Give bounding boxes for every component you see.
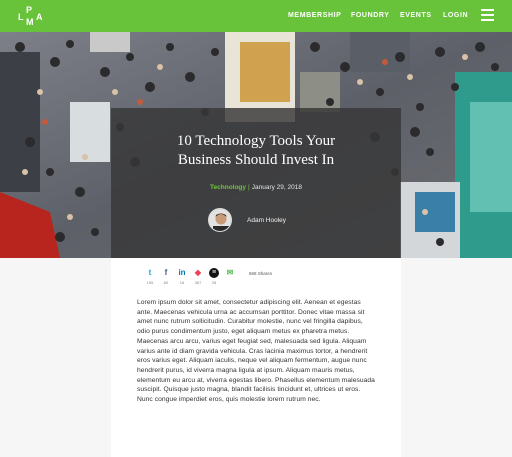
hamburger-icon[interactable]: [481, 9, 494, 21]
author-name[interactable]: Adam Hooley: [247, 217, 286, 224]
share-bar: t 155 f 60 in 16 ◆ 387 ≡ 28 ✉ 668 Shares: [138, 268, 298, 290]
facebook-share-button[interactable]: f 60: [159, 268, 173, 285]
nav-foundry[interactable]: FOUNDRY: [351, 12, 390, 19]
top-navigation-bar: L P M A MEMBERSHIP FOUNDRY EVENTS LOGIN: [0, 0, 512, 32]
linkedin-share-button[interactable]: in 16: [175, 268, 189, 285]
buffer-share-button[interactable]: ≡ 28: [207, 268, 221, 285]
twitter-icon: t: [148, 268, 152, 277]
author-avatar[interactable]: [208, 208, 232, 232]
nav-membership[interactable]: MEMBERSHIP: [288, 12, 341, 19]
article-meta: Technology | January 29, 2018: [111, 184, 401, 191]
twitter-share-button[interactable]: t 155: [143, 268, 157, 285]
meta-separator: |: [248, 184, 250, 191]
email-share-button[interactable]: ✉: [223, 268, 237, 280]
article-date: January 29, 2018: [251, 184, 302, 191]
facebook-icon: f: [164, 268, 168, 277]
buffer-icon: ≡: [209, 268, 219, 278]
category-link[interactable]: Technology: [210, 184, 246, 191]
article-title: 10 Technology Tools Your Business Should…: [176, 133, 336, 168]
lpma-logo[interactable]: L P M A: [17, 6, 47, 28]
article-content: t 155 f 60 in 16 ◆ 387 ≡ 28 ✉ 668 Shares…: [111, 258, 401, 457]
linkedin-icon: in: [178, 268, 186, 277]
article-body: Lorem ipsum dolor sit amet, consectetur …: [137, 299, 375, 404]
nav-events[interactable]: EVENTS: [400, 12, 432, 19]
email-icon: ✉: [226, 268, 234, 277]
pocket-icon: ◆: [194, 268, 202, 277]
pocket-share-button[interactable]: ◆ 387: [191, 268, 205, 285]
nav-login[interactable]: LOGIN: [443, 12, 468, 19]
article-title-panel: 10 Technology Tools Your Business Should…: [111, 108, 401, 258]
share-total-count: 668 Shares: [249, 271, 273, 276]
